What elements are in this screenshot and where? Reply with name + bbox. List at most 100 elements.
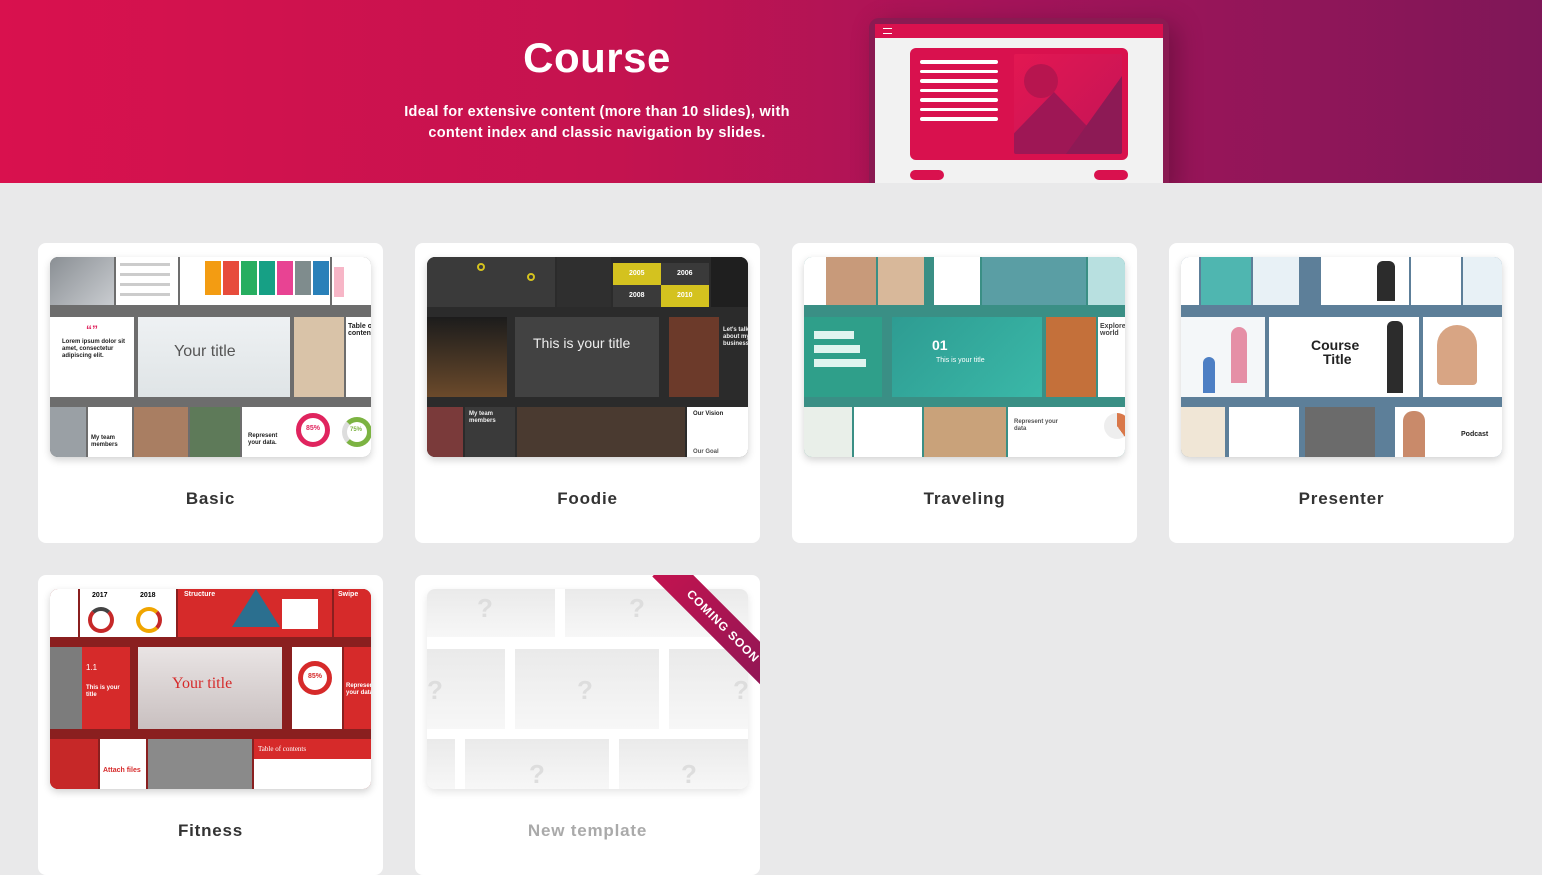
monitor-topbar: [875, 24, 1163, 38]
list-slide: [116, 257, 178, 305]
surprised-man-slide: [1423, 317, 1502, 397]
data-slide-light: Represent your data: [1008, 407, 1125, 457]
list-slide-dark: [557, 257, 611, 307]
kettlebell-photo: [50, 739, 98, 789]
template-thumbnail-presenter[interactable]: Course Title Podcast: [1181, 257, 1502, 457]
lorem-slide: [854, 407, 922, 457]
template-thumbnail-fitness[interactable]: 2017 2018 Structure Swipe 1.1 This is yo…: [50, 589, 371, 789]
template-card-traveling[interactable]: 01 This is your title Explore the world …: [792, 243, 1137, 543]
title-slide-teal: 01 This is your title: [892, 317, 1042, 397]
woman-photo: [134, 407, 188, 457]
timeline-slide: 2005 2006 2008 2010: [613, 257, 709, 307]
character-slide-2: [1463, 257, 1502, 305]
character-slide-3: [1181, 407, 1225, 457]
placeholder-tile: ?: [427, 649, 505, 729]
text-slide-light: [934, 257, 980, 305]
template-label-basic: Basic: [185, 489, 236, 508]
man-photo: [190, 407, 240, 457]
monitor-illustration: [869, 18, 1169, 183]
edge-slide-fitness: [50, 589, 78, 637]
vision-slide: Our Vision Our Goal: [687, 407, 748, 457]
steps-slide: [804, 317, 882, 397]
salad-photo: [669, 317, 719, 397]
explore-slide: Explore the world: [1098, 317, 1125, 397]
banner-description: Ideal for extensive content (more than 1…: [380, 102, 814, 144]
template-card-new: ? ? ? ? ? ? ? COMING SOON New template: [415, 575, 760, 875]
desk-photo: [294, 317, 344, 397]
donut-slide: 2017 2018: [80, 589, 176, 637]
graphs-slide: Represent your data: [344, 647, 371, 729]
template-thumbnail-foodie[interactable]: 2005 2006 2008 2010 This is your title L…: [427, 257, 748, 457]
course-banner: Course Ideal for extensive content (more…: [0, 0, 1542, 183]
template-label-foodie: Foodie: [557, 489, 618, 508]
title-slide-presenter: Course Title: [1269, 317, 1419, 397]
text-lines-icon: [920, 60, 998, 127]
structure-slide: Structure: [178, 589, 332, 637]
burger-photo: [427, 317, 507, 397]
placeholder-tile: ?: [427, 589, 555, 637]
section-slide: 1.1 This is your title: [50, 647, 130, 729]
grey-slide: [1305, 407, 1375, 457]
downloads-slide: Attach files: [100, 739, 146, 789]
menu-icon: [883, 28, 892, 34]
swipe-slide: Swipe: [334, 589, 371, 637]
toc-slide-fitness: Table of contents: [254, 739, 371, 789]
underwater-photo: [982, 257, 1086, 305]
template-label-new: New template: [527, 821, 648, 840]
characters-slide: [1181, 317, 1265, 397]
talk-slide: Let's talk about my business: [721, 317, 748, 397]
banner-description-line-1: Ideal for extensive content (more than 1…: [404, 104, 790, 120]
data-slide: Represent your data. 85% 75%: [242, 407, 371, 457]
woman-hat-photo: [878, 257, 924, 305]
quote-slide: “” Lorem ipsum dolor sit amet, consectet…: [50, 317, 134, 397]
prev-slide-icon: [910, 170, 944, 180]
plant-photo: [804, 407, 852, 457]
template-label-traveling: Traveling: [923, 489, 1006, 508]
image-icon: [1014, 54, 1122, 154]
businessman-slide: [1321, 257, 1409, 305]
template-card-fitness[interactable]: 2017 2018 Structure Swipe 1.1 This is yo…: [38, 575, 383, 875]
text-slide-dark: [711, 257, 748, 307]
slide-illustration: [910, 48, 1128, 160]
title-slide-fitness: Your title: [138, 647, 282, 729]
placeholder-tile: [427, 739, 455, 789]
template-card-basic[interactable]: “” Lorem ipsum dolor sit amet, consectet…: [38, 243, 383, 543]
edge-slide: [1181, 257, 1199, 305]
list-slide-presenter: [1411, 257, 1461, 305]
detective-slide: [1229, 407, 1299, 457]
color-columns-slide: [180, 257, 330, 305]
stethoscope-photo: [50, 407, 86, 457]
coming-soon-label: COMING SOON: [652, 575, 760, 690]
placeholder-tile: ?: [515, 649, 659, 729]
title-slide-dark: This is your title: [515, 317, 659, 397]
beach-photo: [1088, 257, 1125, 305]
thumb-title: Your title: [174, 343, 236, 360]
team-slide-dark: My team members: [465, 407, 515, 457]
placeholder-tile: ?: [619, 739, 748, 789]
tablet-photo: [50, 257, 114, 305]
blank-slide: [804, 257, 826, 305]
template-label-presenter: Presenter: [1298, 489, 1385, 508]
podcast-slide: Podcast: [1395, 407, 1502, 457]
template-thumbnail-basic[interactable]: “” Lorem ipsum dolor sit amet, consectet…: [50, 257, 371, 457]
meat-photo: [427, 407, 463, 457]
friends-photo: [826, 257, 876, 305]
world-map-slide: [427, 257, 555, 307]
template-thumbnail-traveling[interactable]: 01 This is your title Explore the world …: [804, 257, 1125, 457]
team-slide: My team members: [88, 407, 132, 457]
monitor-screen: [875, 24, 1163, 183]
placeholder-tile: ?: [465, 739, 609, 789]
template-card-presenter[interactable]: Course Title Podcast Presenter: [1169, 243, 1514, 543]
title-slide: Your title: [138, 317, 290, 397]
banner-description-line-2: content index and classic navigation by …: [428, 125, 766, 141]
athlete-photo: [148, 739, 252, 789]
van-photo: [1046, 317, 1096, 397]
chefs-photo: [517, 407, 685, 457]
toc-slide: Table of contents: [346, 317, 371, 397]
pink-slide: [332, 257, 371, 305]
coming-soon-ribbon: COMING SOON: [645, 575, 760, 690]
template-card-foodie[interactable]: 2005 2006 2008 2010 This is your title L…: [415, 243, 760, 543]
next-slide-icon: [1094, 170, 1128, 180]
blonde-woman-photo: [924, 407, 1006, 457]
template-label-fitness: Fitness: [177, 821, 244, 840]
